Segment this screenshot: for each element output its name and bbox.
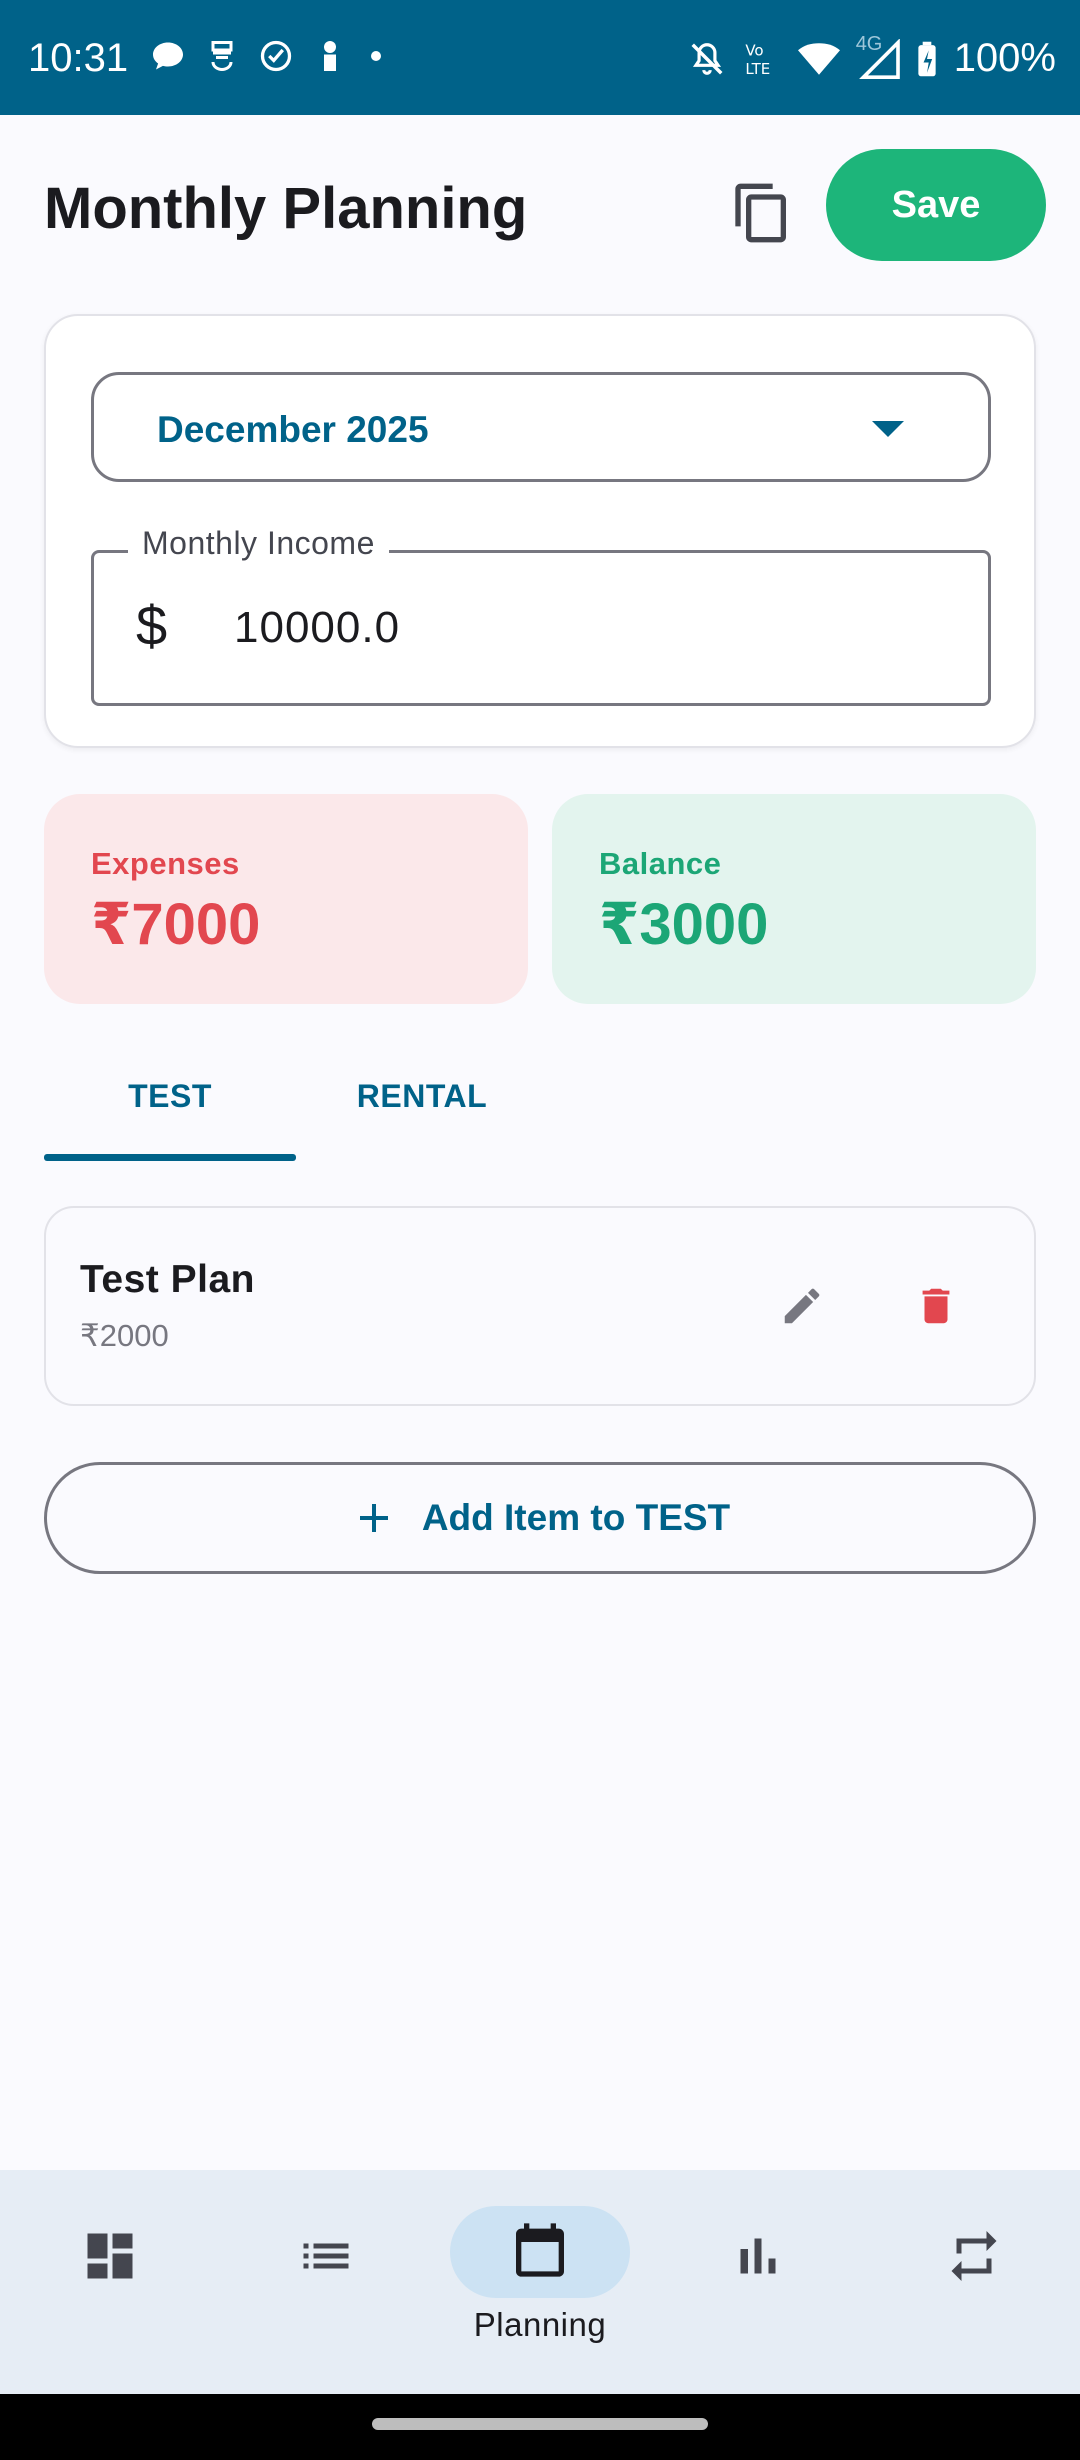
delete-button[interactable] xyxy=(904,1274,968,1338)
nav-item-planning[interactable]: Planning xyxy=(432,2170,648,2394)
item-name: Test Plan xyxy=(80,1258,255,1301)
header: Monthly Planning Save xyxy=(0,115,1080,305)
currency-symbol: $ xyxy=(136,594,168,657)
dashboard-icon xyxy=(87,2233,133,2279)
wifi-icon xyxy=(797,42,840,75)
person-icon xyxy=(324,41,336,71)
expenses-card: Expenses ₹7000 xyxy=(44,794,528,1004)
monthly-income-label: Monthly Income xyxy=(128,525,389,562)
selected-month: December 2025 xyxy=(157,409,429,450)
svg-text:Vo: Vo xyxy=(745,41,763,59)
planning-card: December 2025 Monthly Income $ 10000.0 xyxy=(44,314,1036,748)
monthly-income-field[interactable]: Monthly Income $ 10000.0 xyxy=(91,525,991,706)
volte-icon: VoLTE xyxy=(745,41,770,78)
calendar-icon xyxy=(516,2223,564,2277)
add-item-button[interactable]: Add Item to TEST xyxy=(44,1462,1036,1574)
month-dropdown[interactable]: December 2025 xyxy=(91,372,991,482)
copy-icon xyxy=(735,183,786,243)
edit-button[interactable] xyxy=(770,1274,834,1338)
page-title: Monthly Planning xyxy=(44,176,528,241)
check-circle-icon xyxy=(260,40,292,72)
tab-rental[interactable]: RENTAL xyxy=(296,1040,548,1160)
chat-bubble-icon xyxy=(153,42,183,70)
status-time: 10:31 xyxy=(28,36,129,80)
monthly-income-input[interactable]: 10000.0 xyxy=(234,603,400,653)
list-icon xyxy=(303,2243,349,2269)
nav-item-list[interactable] xyxy=(216,2170,432,2394)
copy-button[interactable] xyxy=(722,173,802,253)
item-amount: ₹2000 xyxy=(80,1318,169,1353)
battery-percentage: 100% xyxy=(953,36,1056,80)
expenses-label: Expenses xyxy=(91,846,240,881)
battery-charging-icon xyxy=(918,41,936,76)
save-button[interactable]: Save xyxy=(826,149,1046,261)
bottom-navigation: Planning xyxy=(0,2170,1080,2394)
nav-item-dashboard[interactable] xyxy=(0,2170,216,2394)
chevron-down-icon xyxy=(872,421,904,437)
dot-icon xyxy=(371,51,381,61)
home-indicator[interactable] xyxy=(372,2418,708,2430)
status-bar: 10:31 Vo LTE 4G 100% xyxy=(0,0,1080,115)
gesture-bar xyxy=(0,2394,1080,2460)
pencil-icon xyxy=(784,1288,820,1324)
plus-icon xyxy=(359,1504,388,1532)
balance-card: Balance ₹3000 xyxy=(552,794,1036,1004)
system-status-icons: Vo LTE 4G 100% xyxy=(688,33,1056,81)
add-item-label: Add Item to TEST xyxy=(421,1497,731,1538)
tab-indicator xyxy=(44,1154,296,1161)
svg-text:LTE: LTE xyxy=(745,60,770,78)
balance-value: ₹3000 xyxy=(599,892,769,957)
mute-icon xyxy=(691,42,723,75)
list-item: Test Plan ₹2000 xyxy=(44,1206,1036,1406)
bar-chart-icon xyxy=(740,2238,776,2274)
nav-item-reports[interactable] xyxy=(648,2170,864,2394)
shield-icon xyxy=(211,41,233,72)
balance-label: Balance xyxy=(599,846,722,881)
repeat-icon xyxy=(951,2231,997,2281)
expenses-value: ₹7000 xyxy=(91,892,261,957)
signal-icon: 4G xyxy=(856,33,900,79)
trash-icon xyxy=(922,1288,950,1324)
notification-icons xyxy=(150,38,386,74)
nav-label-planning: Planning xyxy=(473,2306,607,2343)
nav-item-recurring[interactable] xyxy=(864,2170,1080,2394)
tab-test[interactable]: TEST xyxy=(44,1040,296,1160)
